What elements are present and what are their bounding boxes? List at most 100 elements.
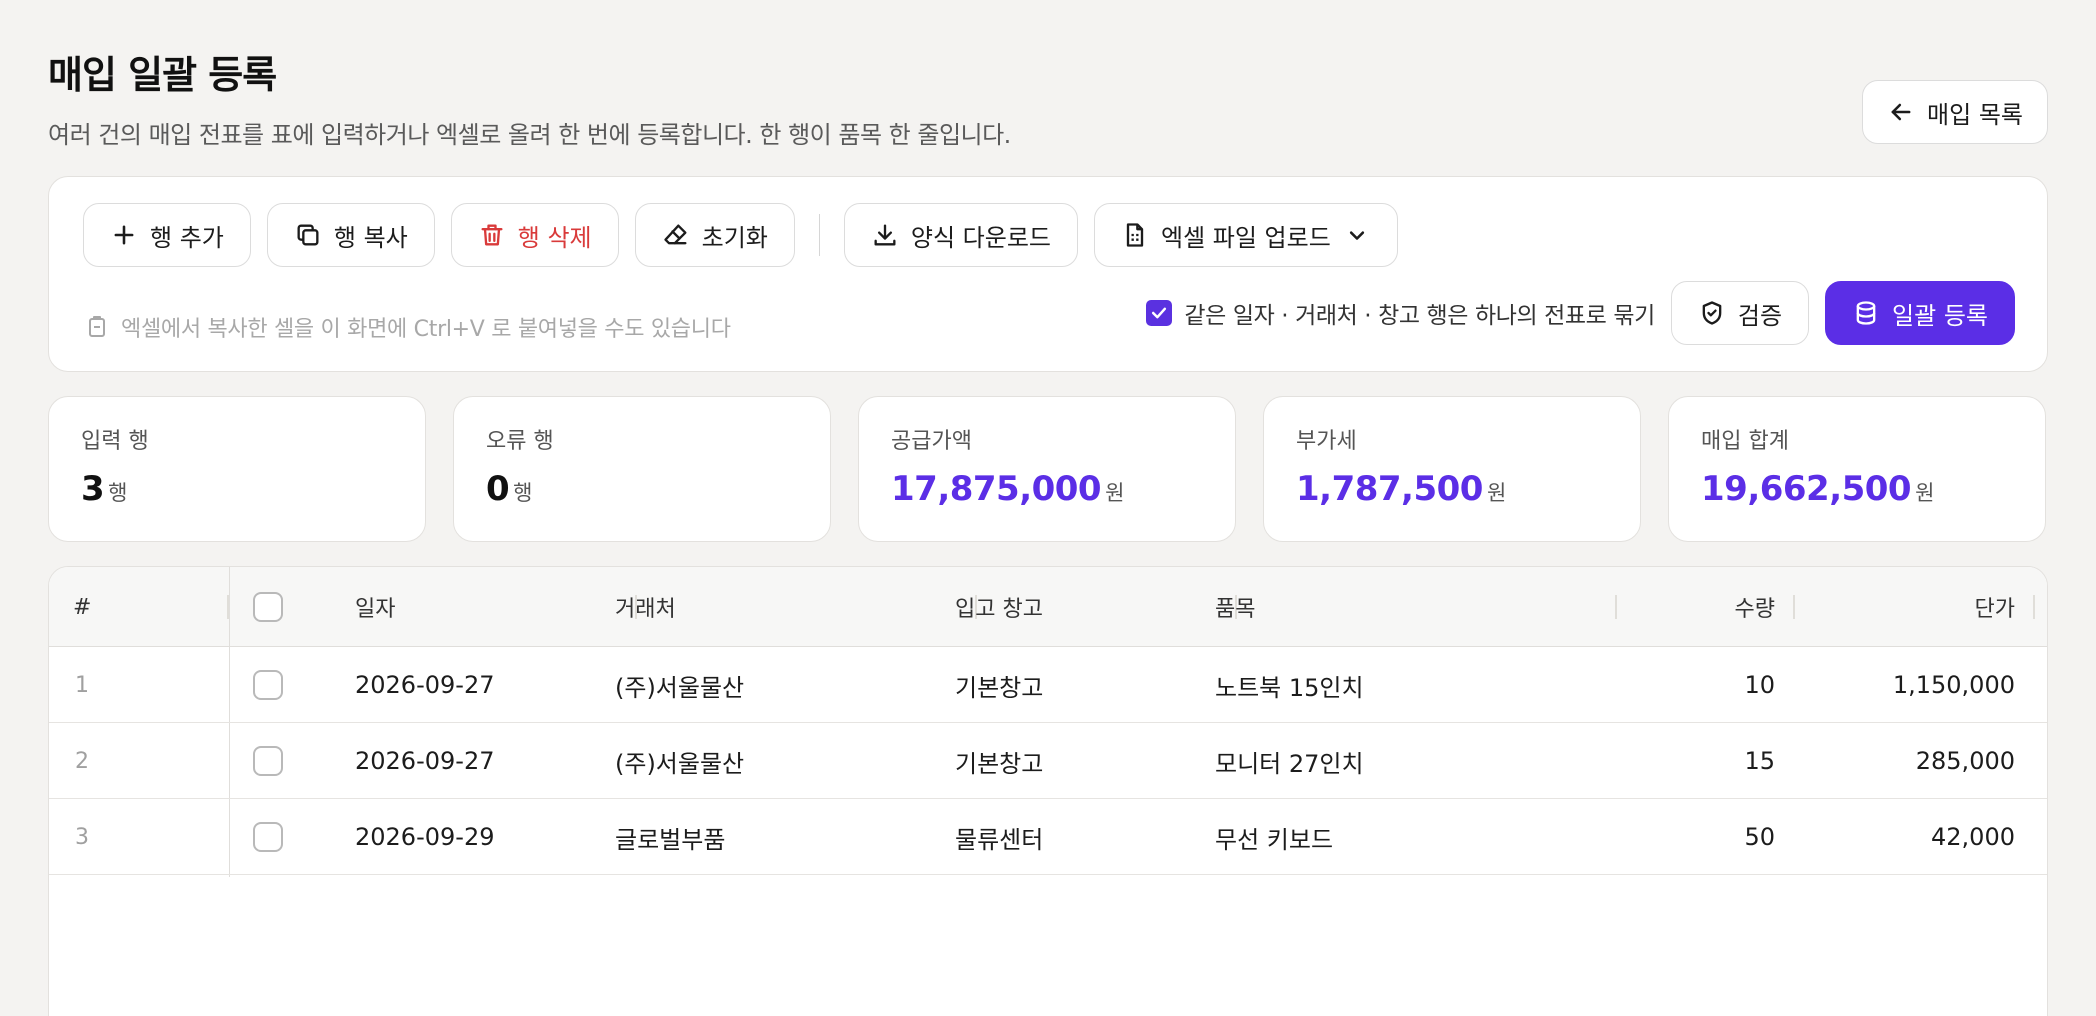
unit-price-cell[interactable]: 1,150,000	[1795, 647, 2015, 723]
row-select	[253, 723, 283, 799]
column-header-item: 품목	[1215, 567, 1617, 647]
select-all-checkbox[interactable]	[253, 592, 283, 622]
quantity-cell[interactable]: 50	[1595, 799, 1775, 875]
column-header-select	[253, 567, 303, 647]
stat-unit: 행	[513, 481, 533, 505]
stat-unit: 원	[1105, 481, 1125, 505]
purchase-entry-table: # 일자 거래처 입고 창고 품목 수량 단가 1 2026-09-27 (주)…	[48, 566, 2048, 1016]
validate-label: 검증	[1737, 301, 1783, 330]
warehouse-cell[interactable]: 물류센터	[955, 799, 1043, 875]
item-cell[interactable]: 노트북 15인치	[1215, 647, 1364, 723]
delete-row-button[interactable]: 행 삭제	[450, 203, 619, 267]
row-checkbox[interactable]	[253, 822, 283, 852]
stat-value: 3	[81, 469, 105, 509]
item-cell[interactable]: 무선 키보드	[1215, 799, 1333, 875]
back-to-list-button[interactable]: 매입 목록	[1862, 80, 2048, 144]
column-resize-handle[interactable]	[2033, 595, 2035, 619]
unit-price-cell[interactable]: 42,000	[1795, 799, 2015, 875]
upload-excel-label: 엑셀 파일 업로드	[1160, 223, 1331, 252]
add-row-button[interactable]: 행 추가	[83, 203, 251, 267]
toolbar-divider	[818, 214, 820, 256]
column-header-unit-price: 단가	[1795, 567, 2035, 647]
stat-card-input-rows: 입력 행 3 행	[48, 396, 426, 542]
row-number: 2	[75, 748, 89, 774]
bulk-register-button[interactable]: 일괄 등록	[1825, 281, 2015, 345]
vendor-cell[interactable]: 글로벌부품	[615, 799, 725, 875]
copy-row-label: 행 복사	[333, 223, 408, 252]
column-header-number: #	[73, 567, 229, 647]
add-row-label: 행 추가	[150, 223, 224, 252]
unit-price-cell[interactable]: 285,000	[1795, 723, 2015, 799]
stat-value: 1,787,500	[1296, 469, 1483, 509]
download-template-button[interactable]: 양식 다운로드	[843, 203, 1078, 267]
item-cell[interactable]: 모니터 27인치	[1215, 723, 1364, 799]
column-header-warehouse: 입고 창고	[955, 567, 1237, 647]
reset-label: 초기화	[701, 223, 768, 252]
column-header-quantity: 수량	[1595, 567, 1795, 647]
copy-icon	[294, 221, 322, 249]
paste-hint: 엑셀에서 복사한 셀을 이 화면에 Ctrl+V 로 붙여넣을 수도 있습니다	[83, 295, 731, 359]
stat-label: 부가세	[1296, 429, 1357, 454]
download-icon	[871, 221, 899, 249]
stat-value: 0	[486, 469, 510, 509]
row-checkbox[interactable]	[253, 746, 283, 776]
date-cell[interactable]: 2026-09-27	[355, 647, 494, 723]
trash-icon	[478, 221, 506, 249]
column-header-label: 단가	[1974, 597, 2015, 622]
date-cell[interactable]: 2026-09-29	[355, 799, 494, 875]
paste-hint-text: 엑셀에서 복사한 셀을 이 화면에 Ctrl+V 로 붙여넣을 수도 있습니다	[121, 317, 731, 342]
quantity-cell[interactable]: 15	[1595, 723, 1775, 799]
column-header-label: 거래처	[615, 597, 676, 622]
vendor-cell[interactable]: (주)서울물산	[615, 723, 744, 799]
stat-value: 17,875,000	[891, 469, 1102, 509]
stat-unit: 원	[1486, 481, 1507, 505]
page-header: 매입 일괄 등록 여러 건의 매입 전표를 표에 입력하거나 엑셀로 올려 한 …	[48, 44, 2048, 149]
table-row[interactable]: 2 2026-09-27 (주)서울물산 기본창고 모니터 27인치 15 28…	[49, 723, 2047, 799]
row-select	[253, 647, 283, 723]
stat-unit: 원	[1915, 481, 1935, 505]
column-header-label: 입고 창고	[955, 597, 1043, 622]
stat-label: 입력 행	[81, 429, 149, 454]
toolbar-card: 행 추가 행 복사 행 삭제 초기화 양식 다운로드 엑셀 파일 업로드 엑셀에…	[48, 176, 2048, 372]
table-header: # 일자 거래처 입고 창고 품목 수량 단가	[49, 567, 2047, 647]
stat-card-vat: 부가세 1,787,500 원	[1263, 396, 1641, 542]
stat-unit: 행	[108, 481, 128, 505]
toolbar-button-row: 행 추가 행 복사 행 삭제 초기화 양식 다운로드 엑셀 파일 업로드	[83, 203, 1398, 267]
back-to-list-label: 매입 목록	[1927, 100, 2023, 129]
chevron-down-icon	[1343, 221, 1371, 249]
eraser-icon	[662, 221, 690, 249]
shield-check-icon	[1698, 299, 1726, 327]
group-voucher-checkbox[interactable]	[1146, 300, 1173, 326]
stat-card-supply-amount: 공급가액 17,875,000 원	[858, 396, 1236, 542]
warehouse-cell[interactable]: 기본창고	[955, 723, 1043, 799]
arrow-left-icon	[1887, 98, 1915, 126]
stat-label: 오류 행	[486, 429, 554, 454]
quantity-cell[interactable]: 10	[1595, 647, 1775, 723]
table-row[interactable]: 3 2026-09-29 글로벌부품 물류센터 무선 키보드 50 42,000	[49, 799, 2047, 875]
page-title: 매입 일괄 등록	[48, 53, 277, 97]
file-spreadsheet-icon	[1121, 221, 1149, 249]
date-cell[interactable]: 2026-09-27	[355, 723, 494, 799]
page-subtitle: 여러 건의 매입 전표를 표에 입력하거나 엑셀로 올려 한 번에 등록합니다.…	[48, 121, 1011, 149]
warehouse-cell[interactable]: 기본창고	[955, 647, 1043, 723]
stat-value: 19,662,500	[1701, 469, 1912, 509]
group-voucher-label: 같은 일자 · 거래처 · 창고 행은 하나의 전표로 묶기	[1184, 303, 1655, 329]
copy-row-button[interactable]: 행 복사	[266, 203, 435, 267]
bulk-register-label: 일괄 등록	[1892, 301, 1988, 330]
plus-icon	[110, 221, 138, 249]
clipboard-icon	[83, 313, 111, 341]
reset-button[interactable]: 초기화	[634, 203, 795, 267]
row-select	[253, 799, 283, 875]
row-number: 3	[75, 824, 89, 850]
upload-excel-button[interactable]: 엑셀 파일 업로드	[1093, 203, 1398, 267]
column-header-label: 품목	[1215, 597, 1256, 622]
column-header-date: 일자	[355, 567, 637, 647]
vendor-cell[interactable]: (주)서울물산	[615, 647, 744, 723]
table-row[interactable]: 1 2026-09-27 (주)서울물산 기본창고 노트북 15인치 10 1,…	[49, 647, 2047, 723]
delete-row-label: 행 삭제	[517, 223, 592, 252]
row-checkbox[interactable]	[253, 670, 283, 700]
column-header-label: 일자	[355, 597, 396, 622]
toolbar-actions: 같은 일자 · 거래처 · 창고 행은 하나의 전표로 묶기 검증 일괄 등록	[1146, 281, 2015, 345]
group-voucher-option[interactable]: 같은 일자 · 거래처 · 창고 행은 하나의 전표로 묶기	[1146, 296, 1655, 330]
validate-button[interactable]: 검증	[1670, 281, 1810, 345]
